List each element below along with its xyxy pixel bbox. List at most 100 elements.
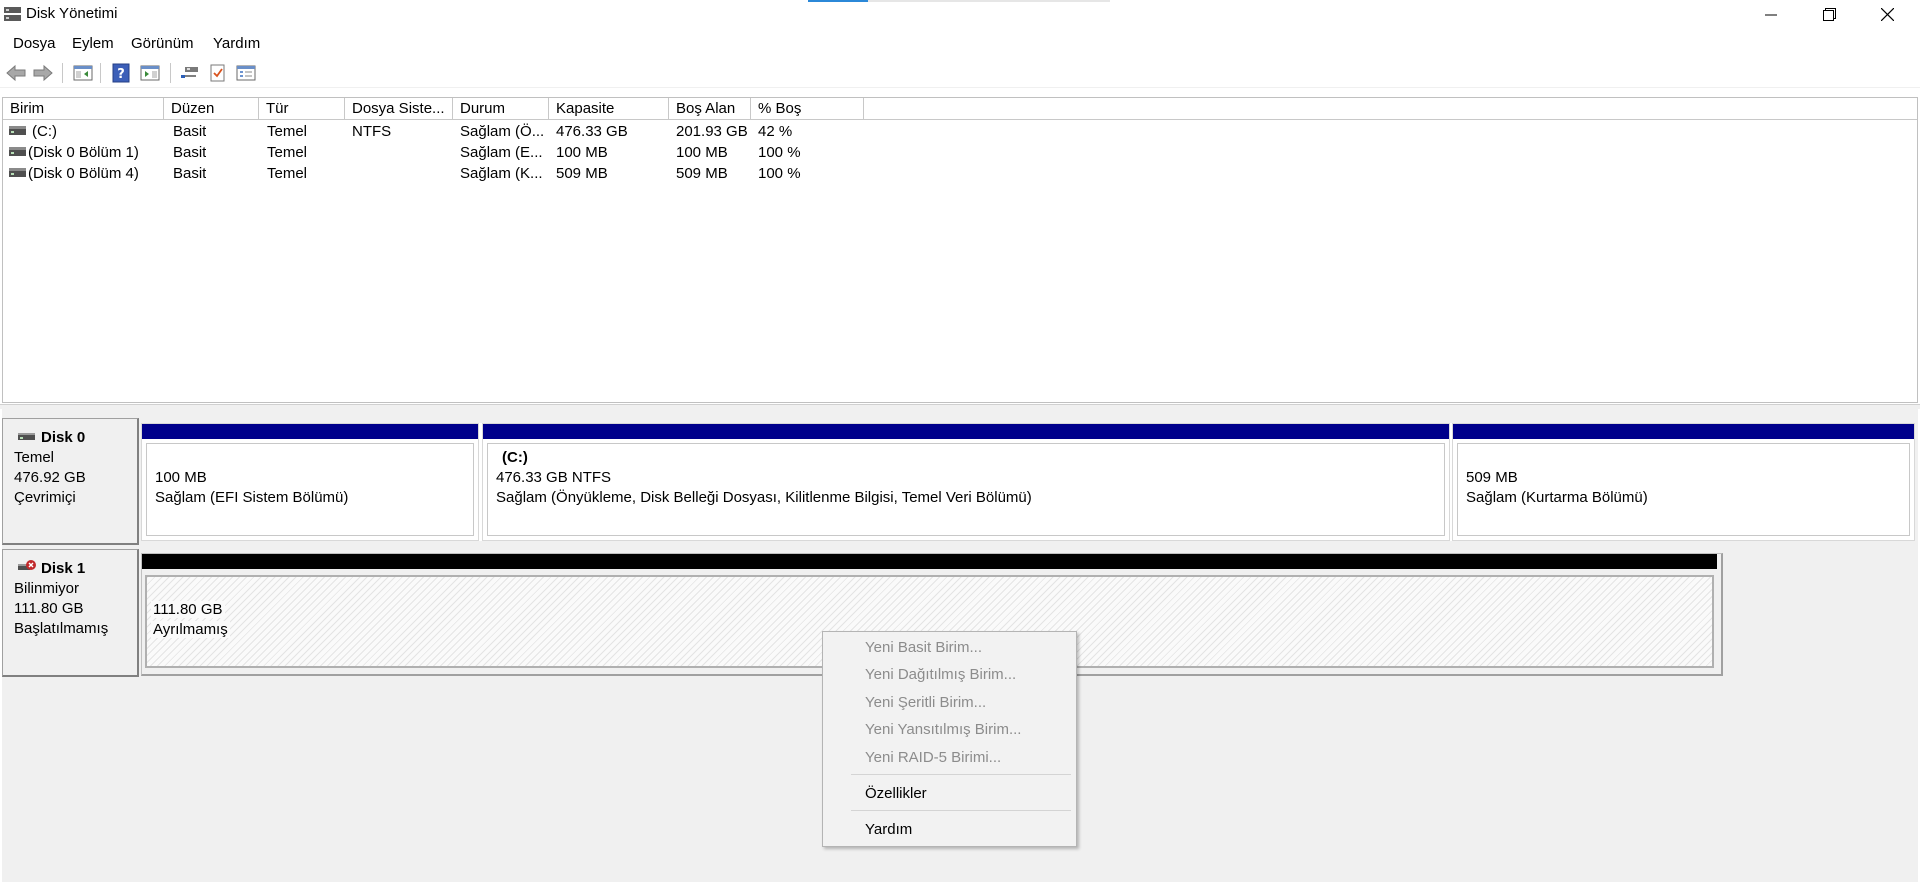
disk-0-label[interactable]: Disk 0 Temel 476.92 GB Çevrimiçi — [2, 418, 139, 545]
action-pane-icon — [140, 65, 160, 81]
minimize-button[interactable] — [1742, 0, 1800, 29]
partition-recovery[interactable]: 509 MB Sağlam (Kurtarma Bölümü) — [1452, 423, 1915, 541]
toolbar-separator — [170, 63, 171, 83]
menu-yardim[interactable]: Yardım — [213, 35, 260, 52]
context-menu: Yeni Basit Birim... Yeni Dağıtılmış Biri… — [822, 631, 1077, 847]
volume-row[interactable]: (C:) Basit Temel NTFS Sağlam (Ö... 476.3… — [3, 121, 1917, 142]
cell-durum: Sağlam (Ö... — [460, 123, 545, 140]
cell-bos-alan: 509 MB — [676, 165, 728, 182]
close-icon — [1880, 8, 1894, 21]
uninitialized-disk-icon — [18, 560, 36, 570]
column-header-durum[interactable]: Durum — [453, 98, 549, 120]
column-header-birim[interactable]: Birim — [3, 98, 164, 120]
cell-kapasite: 100 MB — [556, 144, 608, 161]
column-header-yuzde-bos[interactable]: % Boş — [751, 98, 864, 120]
properties-list-icon — [236, 65, 256, 81]
unallocated-size: 111.80 GB — [151, 601, 225, 618]
volume-row[interactable]: (Disk 0 Bölüm 4) Basit Temel Sağlam (K..… — [3, 163, 1917, 184]
cell-yuzde-bos: 100 % — [758, 165, 801, 182]
menu-item-new-striped-volume[interactable]: Yeni Şeritli Birim... — [865, 694, 986, 711]
cell-tur: Temel — [267, 165, 308, 182]
volume-list-header: Birim Düzen Tür Dosya Siste... Durum Kap… — [3, 98, 1917, 120]
cell-duzen: Basit — [173, 165, 207, 182]
volume-drive-icon — [9, 147, 26, 156]
title-bar: Disk Yönetimi — [0, 0, 1920, 29]
disk-1-type: Bilinmiyor — [14, 580, 80, 597]
unallocated-bar — [142, 554, 1717, 569]
connect-disk-button[interactable] — [178, 61, 202, 85]
disk-0-name: Disk 0 — [41, 429, 86, 446]
column-header-tur[interactable]: Tür — [259, 98, 345, 120]
partition-size: 476.33 GB NTFS — [496, 469, 612, 486]
help-icon: ? — [112, 63, 130, 83]
cell-birim: (C:) — [32, 123, 57, 140]
partition-status: Sağlam (Önyükleme, Disk Belleği Dosyası,… — [496, 489, 1032, 506]
cell-tur: Temel — [267, 123, 308, 140]
cell-bos-alan: 100 MB — [676, 144, 728, 161]
show-hide-action-pane-button[interactable] — [138, 61, 162, 85]
partition-body: (C:) 476.33 GB NTFS Sağlam (Önyükleme, D… — [487, 443, 1445, 536]
column-header-duzen[interactable]: Düzen — [164, 98, 259, 120]
menu-eylem[interactable]: Eylem — [72, 35, 114, 52]
cell-dosya-sistemi: NTFS — [352, 123, 392, 140]
disk-1-label[interactable]: Disk 1 Bilinmiyor 111.80 GB Başlatılmamı… — [2, 549, 139, 677]
properties-button[interactable] — [234, 61, 258, 85]
minimize-icon — [1765, 14, 1777, 15]
restore-button[interactable] — [1800, 0, 1858, 29]
menu-bar: Dosya Eylem Görünüm Yardım — [0, 31, 1920, 56]
menu-separator — [851, 774, 1071, 775]
unallocated-status: Ayrılmamış — [151, 621, 230, 638]
cell-kapasite: 509 MB — [556, 165, 608, 182]
cell-birim: (Disk 0 Bölüm 4) — [28, 165, 139, 182]
cell-duzen: Basit — [173, 144, 207, 161]
forward-button[interactable] — [31, 61, 55, 85]
help-button[interactable]: ? — [109, 61, 133, 85]
disk-0-status: Çevrimiçi — [14, 489, 76, 506]
column-header-bos-alan[interactable]: Boş Alan — [669, 98, 751, 120]
basic-disk-icon — [18, 433, 35, 440]
forward-arrow-icon — [33, 64, 53, 82]
close-button[interactable] — [1858, 0, 1916, 29]
restore-icon — [1822, 8, 1836, 21]
cell-birim: (Disk 0 Bölüm 1) — [28, 144, 139, 161]
menu-item-new-simple-volume[interactable]: Yeni Basit Birim... — [865, 639, 982, 656]
toolbar-separator — [62, 63, 63, 83]
disk-0-type: Temel — [14, 449, 55, 466]
partition-body: 509 MB Sağlam (Kurtarma Bölümü) — [1457, 443, 1910, 536]
rescan-disks-button[interactable] — [206, 61, 230, 85]
toolbar: ? — [0, 58, 1920, 88]
disk-0-partitions: 100 MB Sağlam (EFI Sistem Bölümü) (C:) 4… — [141, 423, 1915, 541]
cell-duzen: Basit — [173, 123, 207, 140]
show-hide-console-tree-button[interactable] — [71, 61, 95, 85]
checklist-icon — [210, 64, 225, 82]
menu-item-properties[interactable]: Özellikler — [865, 785, 927, 802]
partition-bar — [1453, 424, 1914, 439]
cell-bos-alan: 201.93 GB — [676, 123, 748, 140]
partition-body: 100 MB Sağlam (EFI Sistem Bölümü) — [146, 443, 474, 536]
disk-1-name: Disk 1 — [41, 560, 86, 577]
volume-drive-icon — [9, 168, 26, 177]
partition-bar — [142, 424, 478, 439]
menu-item-help[interactable]: Yardım — [865, 821, 912, 838]
disk-connect-icon — [181, 67, 198, 78]
partition-status: Sağlam (Kurtarma Bölümü) — [1466, 489, 1648, 506]
cell-yuzde-bos: 100 % — [758, 144, 801, 161]
partition-efi[interactable]: 100 MB Sağlam (EFI Sistem Bölümü) — [141, 423, 479, 541]
column-header-dosya-sistemi[interactable]: Dosya Siste... — [345, 98, 453, 120]
volume-row[interactable]: (Disk 0 Bölüm 1) Basit Temel Sağlam (E..… — [3, 142, 1917, 163]
partition-label: (C:) — [502, 449, 528, 466]
menu-dosya[interactable]: Dosya — [13, 35, 56, 52]
menu-item-new-mirrored-volume[interactable]: Yeni Yansıtılmış Birim... — [865, 721, 1021, 738]
back-button[interactable] — [4, 61, 28, 85]
window-title: Disk Yönetimi — [26, 5, 118, 22]
partition-c[interactable]: (C:) 476.33 GB NTFS Sağlam (Önyükleme, D… — [482, 423, 1450, 541]
column-header-kapasite[interactable]: Kapasite — [549, 98, 669, 120]
console-tree-icon — [73, 65, 93, 81]
partition-bar — [483, 424, 1449, 439]
title-focus-indicator — [808, 0, 1110, 2]
menu-gorunum[interactable]: Görünüm — [131, 35, 194, 52]
partition-size: 100 MB — [155, 469, 207, 486]
cell-tur: Temel — [267, 144, 308, 161]
menu-item-new-raid5-volume[interactable]: Yeni RAID-5 Birimi... — [865, 749, 1001, 766]
menu-item-new-spanned-volume[interactable]: Yeni Dağıtılmış Birim... — [865, 666, 1016, 683]
